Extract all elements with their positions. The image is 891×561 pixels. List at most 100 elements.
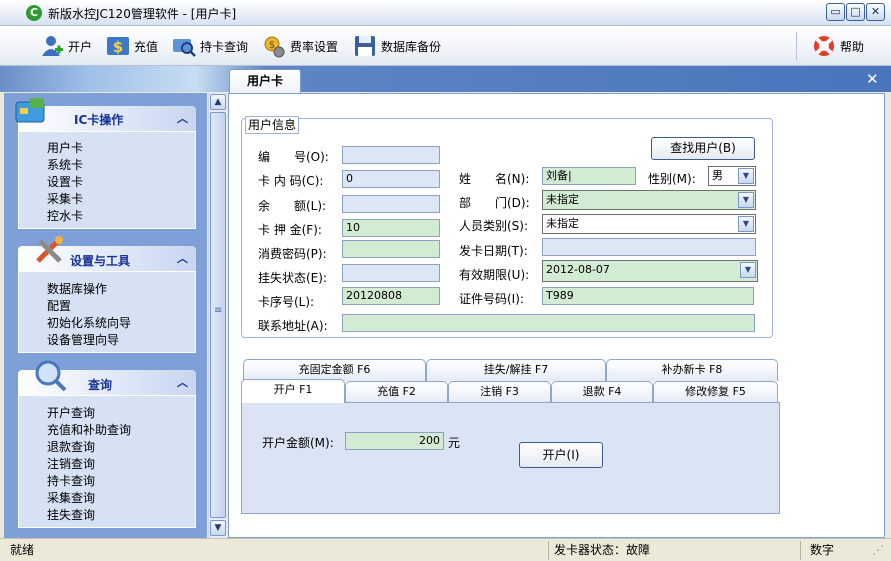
close-tab-icon[interactable]: ✕ [866,70,879,88]
dept-label: 部 门(D): [459,196,530,210]
id-number-label: 证件号码(I): [459,292,524,306]
window-title: 新版水控JC120管理软件 - [用户卡] [48,7,237,21]
expiry-date-picker[interactable]: 2012-08-07 ▼ [542,260,758,282]
close-button[interactable]: ✕ [866,3,885,21]
amount-field[interactable]: 200 [345,432,444,450]
number-label: 编 号(O): [258,150,329,164]
toolbar-divider [796,32,797,60]
issue-date-label: 发卡日期(T): [459,244,528,258]
open-card-button[interactable]: 开户 [40,26,92,66]
card-query-button[interactable]: 持卡查询 [172,26,248,66]
lifebuoy-icon [812,34,836,58]
dept-select[interactable]: 未指定 ▼ [542,190,756,210]
sidebar-group-settings-tools-body: 数据库操作 配置 初始化系统向导 设备管理向导 [18,271,196,353]
recharge-button[interactable]: $ 充值 [106,26,158,66]
sidebar-item-recharge-query[interactable]: 充值和补助查询 [47,421,131,438]
num-lock-indicator: 数字 [810,543,835,557]
id-number-field[interactable]: T989 [542,287,754,305]
user-add-icon [40,34,64,58]
tab-cancel[interactable]: 注销 F3 [448,381,551,403]
sidebar-item-cancel-query[interactable]: 注销查询 [47,455,95,472]
sidebar-item-init-wizard[interactable]: 初始化系统向导 [47,314,131,331]
db-backup-button[interactable]: 数据库备份 [353,26,441,66]
status-divider [800,541,801,560]
help-button[interactable]: 帮助 [812,26,864,66]
sidebar-group-title: 查询 [88,378,113,392]
open-card-panel [241,402,780,514]
sidebar-item-refund-query[interactable]: 退款查询 [47,438,95,455]
scroll-up-icon[interactable]: ▲ [210,94,226,110]
sidebar-item-config[interactable]: 配置 [47,297,71,314]
card-code-field[interactable]: 0 [342,170,440,188]
gender-label: 性别(M): [648,172,696,186]
address-field[interactable] [342,314,755,332]
chevron-down-icon[interactable]: ▼ [738,192,754,208]
tab-refund[interactable]: 退款 F4 [551,381,653,403]
chevron-down-icon[interactable]: ▼ [738,168,754,184]
user-info-legend: 用户信息 [245,116,300,134]
sidebar-item-collect-card[interactable]: 采集卡 [47,190,83,207]
tab-recharge[interactable]: 充值 F2 [345,381,448,403]
app-logo-icon: C [26,5,42,21]
sidebar-item-loss-query[interactable]: 挂失查询 [47,506,95,523]
loss-status-label: 挂失状态(E): [258,271,327,285]
tab-reissue-card[interactable]: 补办新卡 F8 [606,359,778,381]
reader-status: 发卡器状态：故障 [554,543,651,557]
sidebar-group-ic-card-body: 用户卡 系统卡 设置卡 采集卡 控水卡 [18,131,196,229]
status-divider [548,541,549,560]
svg-text:$: $ [113,38,123,56]
name-field[interactable]: 刘备| [542,167,636,185]
sidebar-group-ic-card[interactable]: IC卡操作 ︿ [15,98,196,131]
collapse-chevron-icon[interactable]: ︿ [177,250,188,266]
tab-fixed-recharge[interactable]: 充固定金额 F6 [243,359,426,381]
tab-report-loss[interactable]: 挂失/解挂 F7 [426,359,606,381]
type-value: 未指定 [546,217,579,230]
minimize-button[interactable]: ▭ [826,3,845,21]
recharge-label: 充值 [134,39,159,54]
sidebar-item-water-control-card[interactable]: 控水卡 [47,207,83,224]
number-field[interactable] [342,146,440,164]
balance-label: 余 额(L): [258,199,327,213]
sidebar-item-user-card[interactable]: 用户卡 [47,139,83,156]
sidebar-group-query[interactable]: 查询 ︿ [18,360,196,395]
sidebar-item-open-query[interactable]: 开户查询 [47,404,95,421]
serial-field[interactable]: 20120808 [342,287,440,305]
sidebar-group-query-body: 开户查询 充值和补助查询 退款查询 注销查询 持卡查询 采集查询 挂失查询 [18,395,196,528]
chevron-down-icon[interactable]: ▼ [738,216,754,232]
scroll-down-icon[interactable]: ▼ [210,520,226,536]
maximize-button[interactable]: □ [846,3,865,21]
issue-date-field[interactable] [542,238,756,256]
sidebar-item-db-ops[interactable]: 数据库操作 [47,280,107,297]
sidebar-item-device-wizard[interactable]: 设备管理向导 [47,331,119,348]
scroll-thumb[interactable]: ≡ [210,112,226,518]
status-bar: 就绪 发卡器状态：故障 数字 ⋰ [0,538,891,561]
pwd-field[interactable] [342,240,440,258]
find-user-button[interactable]: 查找用户(B) [651,137,755,160]
chevron-down-icon[interactable]: ▼ [740,262,756,278]
tab-modify-repair[interactable]: 修改修复 F5 [653,381,778,403]
sidebar-item-collect-query[interactable]: 采集查询 [47,489,95,506]
pwd-label: 消费密码(P): [258,247,327,261]
type-select[interactable]: 未指定 ▼ [542,214,756,234]
collapse-chevron-icon[interactable]: ︿ [177,110,188,126]
tab-open-card[interactable]: 开户 F1 [241,379,345,403]
sidebar-item-setting-card[interactable]: 设置卡 [47,173,83,190]
dept-value: 未指定 [546,193,579,206]
tab-user-card[interactable]: 用户卡 [229,69,301,93]
deposit-field[interactable]: 10 [342,219,440,237]
sidebar-scrollbar[interactable]: ▲ ≡ ▼ [208,93,226,538]
type-label: 人员类别(S): [459,219,529,233]
address-label: 联系地址(A): [258,319,328,333]
collapse-chevron-icon[interactable]: ︿ [177,374,188,390]
sidebar-group-settings-tools[interactable]: 设置与工具 ︿ [18,236,196,271]
gender-select[interactable]: 男 ▼ [708,166,756,186]
open-card-submit-button[interactable]: 开户(I) [519,442,603,468]
sidebar-item-system-card[interactable]: 系统卡 [47,156,83,173]
resize-grip-icon[interactable]: ⋰ [872,542,884,559]
rate-settings-button[interactable]: $ 费率设置 [262,26,338,66]
sidebar-item-card-query[interactable]: 持卡查询 [47,472,95,489]
balance-field[interactable] [342,195,440,213]
loss-status-field[interactable] [342,264,440,282]
expiry-value: 2012-08-07 [546,263,610,276]
money-icon: $ [106,34,130,58]
